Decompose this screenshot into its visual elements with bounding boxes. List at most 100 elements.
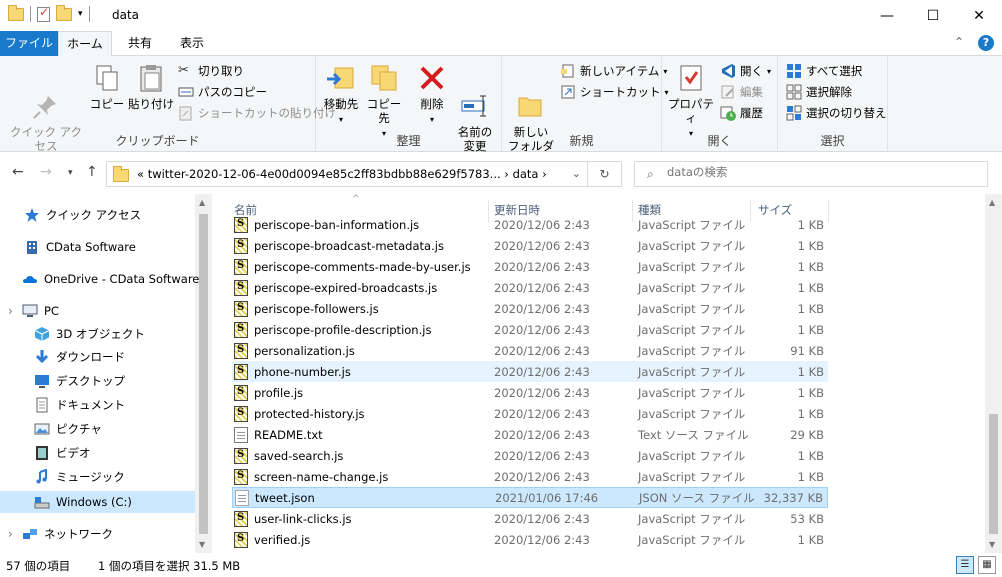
select-all-button[interactable]: すべて選択 — [786, 61, 862, 81]
file-row[interactable]: personalization.js 2020/12/06 2:43 JavaScr… — [232, 340, 828, 361]
forward-arrow-icon[interactable]: → — [40, 164, 52, 180]
nav-item[interactable]: OneDrive - CData Software — [0, 268, 199, 290]
file-row[interactable]: periscope-ban-information.js 2020/12/06 2… — [232, 216, 828, 235]
file-type: JavaScript ファイル — [638, 406, 746, 421]
star-icon — [24, 207, 40, 223]
nav-item[interactable]: ビデオ — [0, 442, 91, 464]
recent-locations-icon[interactable]: ▾ — [68, 168, 73, 178]
file-type: JavaScript ファイル — [638, 448, 746, 463]
copy-to-button[interactable]: コピー先 ▾ — [362, 60, 406, 141]
tab-view[interactable]: 表示 — [168, 31, 216, 56]
new-folder-icon[interactable] — [56, 4, 72, 21]
delete-icon — [416, 62, 448, 94]
file-row[interactable]: periscope-expired-broadcasts.js 2020/12/0… — [232, 277, 828, 298]
file-row[interactable]: periscope-followers.js 2020/12/06 2:43 Jav… — [232, 298, 828, 319]
nav-scroll-thumb[interactable] — [199, 214, 208, 534]
large-icons-view-icon[interactable]: ▦ — [978, 556, 996, 574]
nav-item[interactable]: デスクトップ — [0, 370, 125, 392]
select-group: すべて選択 選択解除 選択の切り替え 選択 — [778, 56, 888, 152]
file-row[interactable]: protected-history.js 2020/12/06 2:43 JavaS… — [232, 403, 828, 424]
scroll-down-icon[interactable]: ▼ — [989, 540, 995, 549]
close-button[interactable]: ✕ — [956, 0, 1002, 31]
tab-share[interactable]: 共有 — [116, 31, 164, 56]
nav-item[interactable]: › ネットワーク — [0, 523, 113, 545]
nav-item[interactable]: 3D オブジェクト — [0, 323, 145, 345]
history-button[interactable]: 履歴 — [720, 103, 763, 123]
new-item-button[interactable]: 新しいアイテム ▾ — [560, 61, 667, 81]
details-view-icon[interactable]: ☰ — [956, 556, 974, 574]
file-name: periscope-broadcast-metadata.js — [254, 238, 444, 253]
file-size: 1 KB — [797, 364, 824, 379]
edit-button[interactable]: 編集 — [720, 82, 763, 102]
file-row[interactable]: tweet.json 2021/01/06 17:46 JSON ソース ファイル 3… — [232, 487, 828, 508]
file-date: 2020/12/06 2:43 — [494, 385, 590, 400]
collapse-ribbon-icon[interactable]: ⌃ — [954, 35, 964, 51]
tab-file[interactable]: ファイル — [0, 31, 58, 56]
select-none-button[interactable]: 選択解除 — [786, 82, 852, 102]
up-arrow-icon[interactable]: ↑ — [86, 164, 98, 180]
scroll-up-icon[interactable]: ▲ — [989, 198, 995, 207]
picture-icon — [34, 421, 50, 437]
file-size: 53 KB — [790, 511, 824, 526]
address-path[interactable]: « twitter-2020-12-06-4e00d0094e85c2ff83b… — [137, 167, 547, 181]
expand-chevron-icon[interactable]: › — [8, 304, 13, 318]
file-row[interactable]: profile.js 2020/12/06 2:43 JavaScript ファイル… — [232, 382, 828, 403]
nav-item[interactable]: ミュージック — [0, 466, 125, 488]
scroll-up-icon[interactable]: ▲ — [199, 198, 205, 207]
address-bar[interactable]: « twitter-2020-12-06-4e00d0094e85c2ff83b… — [106, 161, 622, 187]
minimize-button[interactable]: — — [864, 0, 910, 31]
back-arrow-icon[interactable]: ← — [12, 164, 24, 180]
copy-icon — [91, 62, 123, 94]
customize-toolbar-icon[interactable]: ▾ — [78, 9, 83, 19]
file-row[interactable]: screen-name-change.js 2020/12/06 2:43 Java… — [232, 466, 828, 487]
help-icon[interactable]: ? — [978, 35, 994, 51]
search-input[interactable] — [667, 165, 967, 179]
copy-path-button[interactable]: パスのコピー — [178, 82, 267, 102]
nav-item[interactable]: CData Software — [0, 236, 136, 258]
properties-icon[interactable] — [37, 5, 50, 22]
file-row[interactable]: verified.js 2020/12/06 2:43 JavaScript ファイ… — [232, 529, 828, 550]
nav-item-label: PC — [44, 304, 59, 318]
nav-item-label: 3D オブジェクト — [56, 327, 145, 341]
file-row[interactable]: README.txt 2020/12/06 2:43 Text ソース ファイル 29… — [232, 424, 828, 445]
nav-item[interactable]: › PC — [0, 300, 59, 322]
cut-button[interactable]: ✂ 切り取り — [178, 61, 244, 81]
new-folder-button[interactable]: 新しい フォルダー — [506, 60, 556, 167]
file-date: 2020/12/06 2:43 — [494, 427, 590, 442]
nav-item[interactable]: Windows (C:) — [0, 491, 195, 513]
tab-home[interactable]: ホーム — [58, 31, 112, 57]
file-rows: periscope-ban-information.js 2020/12/06 2… — [212, 216, 982, 553]
file-row[interactable]: user-link-clicks.js 2020/12/06 2:43 JavaSc… — [232, 508, 828, 529]
paste-button[interactable]: 貼り付け — [128, 60, 174, 111]
maximize-button[interactable]: ☐ — [910, 0, 956, 31]
easy-access-button[interactable]: ショートカット ▾ — [560, 82, 669, 102]
open-button[interactable]: 開く ▾ — [720, 61, 771, 81]
file-scroll-thumb[interactable] — [989, 414, 998, 534]
nav-scrollbar[interactable]: ▲ ▼ — [195, 194, 212, 553]
file-row[interactable]: periscope-profile-description.js 2020/12/… — [232, 319, 828, 340]
refresh-icon[interactable]: ↻ — [587, 162, 621, 186]
scroll-down-icon[interactable]: ▼ — [199, 540, 205, 549]
javascript-file-icon — [234, 384, 248, 401]
nav-item[interactable]: クイック アクセス — [0, 204, 141, 226]
nav-item[interactable]: ドキュメント — [0, 394, 125, 416]
chevron-down-icon[interactable]: ⌄ — [572, 167, 581, 180]
properties-button[interactable]: プロパティ ▾ — [666, 60, 716, 141]
delete-button[interactable]: 削除 ▾ — [414, 60, 450, 127]
paste-shortcut-button[interactable]: ショートカットの貼り付け — [178, 103, 336, 123]
file-row[interactable]: saved-search.js 2020/12/06 2:43 JavaScript… — [232, 445, 828, 466]
invert-selection-button[interactable]: 選択の切り替え — [786, 103, 887, 123]
copy-button[interactable]: コピー — [88, 60, 126, 111]
file-row[interactable]: phone-number.js 2020/12/06 2:43 JavaScript… — [232, 361, 828, 382]
navigation-pane: ▲ ▼ クイック アクセス CData Software OneDrive - CD… — [0, 194, 212, 553]
nav-item[interactable]: ダウンロード — [0, 346, 125, 368]
file-size: 1 KB — [797, 259, 824, 274]
expand-chevron-icon[interactable]: › — [8, 527, 13, 541]
file-row[interactable]: periscope-broadcast-metadata.js 2020/12/0… — [232, 235, 828, 256]
nav-item[interactable]: ピクチャ — [0, 418, 102, 440]
file-row[interactable]: periscope-comments-made-by-user.js 2020/1… — [232, 256, 828, 277]
file-date: 2020/12/06 2:43 — [494, 343, 590, 358]
search-box[interactable]: ⌕ — [634, 161, 988, 187]
move-to-button[interactable]: 移動先 ▾ — [320, 60, 362, 127]
file-list-scrollbar[interactable]: ▲ ▼ — [985, 194, 1002, 553]
